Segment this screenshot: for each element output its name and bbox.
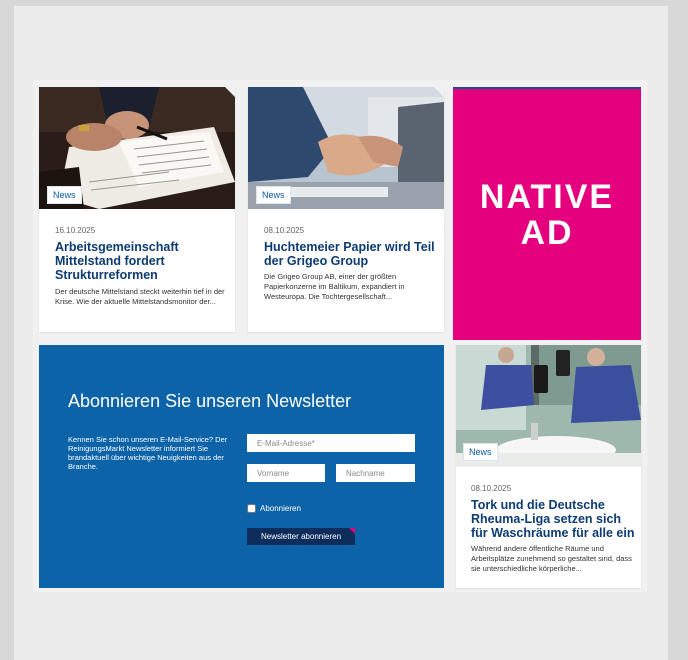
article-title[interactable]: Arbeitsgemeinschaft Mittelstand fordert …: [55, 240, 225, 282]
subscribe-checkbox[interactable]: [247, 504, 256, 513]
article-card-huchtemeier[interactable]: News 08.10.2025 Huchtemeier Papier wird …: [248, 87, 444, 332]
article-card-tork[interactable]: News 08.10.2025 Tork und die Deutsche Rh…: [456, 345, 641, 588]
subscribe-checkbox-row[interactable]: Abonnieren: [247, 504, 301, 513]
newsletter-title: Abonnieren Sie unseren Newsletter: [68, 391, 352, 411]
article-excerpt: Während andere öffentliche Räume und Arb…: [471, 544, 632, 573]
newsletter-subscribe-label: Newsletter abonnieren: [260, 532, 342, 541]
article-excerpt: Der deutsche Mittelstand steckt weiterhi…: [55, 287, 225, 306]
native-ad-banner[interactable]: NATIVE AD: [453, 87, 641, 340]
button-corner-accent: [349, 528, 355, 534]
article-card-mittelstand[interactable]: News 16.10.2025 Arbeitsgemeinschaft Mitt…: [39, 87, 235, 332]
card-corner-fold: [225, 87, 235, 97]
article-date: 08.10.2025: [264, 226, 305, 235]
article-title[interactable]: Huchtemeier Papier wird Teil der Grigeo …: [264, 240, 436, 268]
newsletter-signup: Abonnieren Sie unseren Newsletter Kennen…: [39, 345, 444, 588]
newsletter-description: Kennen Sie schon unseren E-Mail-Service?…: [68, 435, 228, 471]
article-excerpt: Die Grigeo Group AB, einer der größten P…: [264, 272, 405, 301]
email-field[interactable]: [247, 434, 415, 452]
newsletter-subscribe-button[interactable]: Newsletter abonnieren: [247, 528, 355, 545]
subscribe-checkbox-label: Abonnieren: [260, 504, 301, 513]
news-badge[interactable]: News: [463, 443, 498, 461]
article-title[interactable]: Tork und die Deutsche Rheuma-Liga setzen…: [471, 498, 636, 540]
news-badge[interactable]: News: [256, 186, 291, 204]
article-date: 08.10.2025: [471, 484, 512, 493]
news-badge[interactable]: News: [47, 186, 82, 204]
article-date: 16.10.2025: [55, 226, 96, 235]
firstname-field[interactable]: [247, 464, 325, 482]
card-corner-fold: [434, 87, 444, 97]
lastname-field[interactable]: [336, 464, 415, 482]
native-ad-label: NATIVE AD: [479, 177, 615, 252]
